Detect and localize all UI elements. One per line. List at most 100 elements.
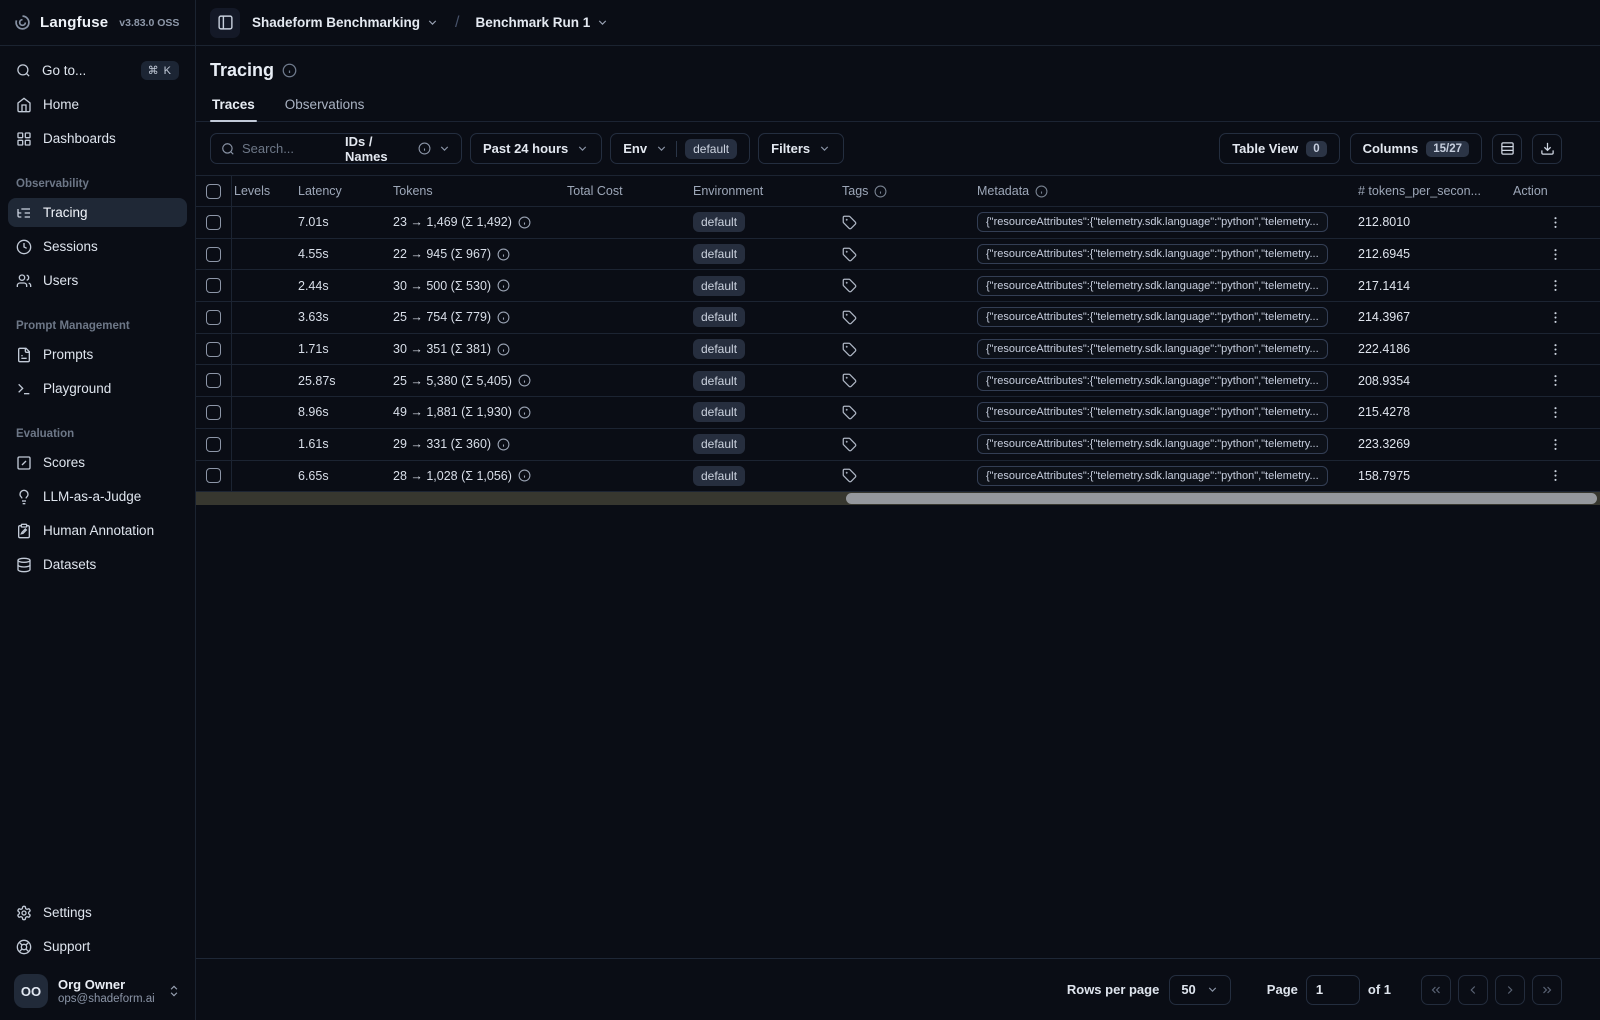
rows-per-page-select[interactable]: 50 [1169, 974, 1231, 1005]
tag-icon[interactable] [842, 468, 857, 483]
table-row[interactable]: 8.96s 49 → 1,881 (Σ 1,930) default {"res… [196, 397, 1600, 429]
table-row[interactable]: 6.65s 28 → 1,028 (Σ 1,056) default {"res… [196, 460, 1600, 493]
more-vertical-icon[interactable] [1548, 405, 1563, 420]
metadata-pill[interactable]: {"resourceAttributes":{"telemetry.sdk.la… [977, 465, 1328, 486]
metadata-pill[interactable]: {"resourceAttributes":{"telemetry.sdk.la… [977, 307, 1328, 328]
metadata-pill[interactable]: {"resourceAttributes":{"telemetry.sdk.la… [977, 402, 1328, 423]
tab-traces[interactable]: Traces [210, 91, 257, 122]
tokens-cell: 30 → 500 (Σ 530) [391, 279, 565, 293]
row-checkbox-cell [196, 270, 232, 302]
sidebar-item-tracing[interactable]: Tracing [8, 198, 187, 227]
search-input[interactable] [242, 141, 338, 156]
tab-observations[interactable]: Observations [283, 91, 367, 121]
more-vertical-icon[interactable] [1548, 215, 1563, 230]
sidebar-item-llm-as-a-judge[interactable]: LLM-as-a-Judge [8, 482, 187, 511]
tokens-per-second-cell: 214.3967 [1358, 310, 1411, 325]
table-row[interactable]: 3.63s 25 → 754 (Σ 779) default {"resourc… [196, 302, 1600, 334]
sidebar: Go to... ⌘ K Home Dashboards Observabili… [0, 46, 196, 1020]
row-checkbox-cell [196, 302, 232, 333]
row-checkbox[interactable] [206, 214, 221, 230]
metadata-pill[interactable]: {"resourceAttributes":{"telemetry.sdk.la… [977, 339, 1328, 360]
next-page-button[interactable] [1495, 974, 1525, 1005]
table-row[interactable]: 1.61s 29 → 331 (Σ 360) default {"resourc… [196, 428, 1600, 461]
sidebar-item-dashboards[interactable]: Dashboards [8, 124, 187, 153]
sidebar-item-playground[interactable]: Playground [8, 374, 187, 403]
table-row[interactable]: 2.44s 30 → 500 (Σ 530) default {"resourc… [196, 270, 1600, 303]
row-checkbox[interactable] [206, 309, 221, 325]
breadcrumb-project[interactable]: Benchmark Run 1 [474, 11, 612, 34]
breadcrumb-org[interactable]: Shadeform Benchmarking [250, 11, 441, 34]
scrollbar-thumb[interactable] [846, 493, 1597, 505]
tag-icon[interactable] [842, 247, 857, 262]
row-height-button[interactable] [1492, 133, 1522, 164]
filters-button[interactable]: Filters [758, 133, 845, 164]
sidebar-item-scores[interactable]: Scores [8, 448, 187, 477]
search-control: IDs / Names [210, 133, 462, 164]
last-page-button[interactable] [1532, 974, 1562, 1005]
time-range-filter[interactable]: Past 24 hours [470, 133, 603, 164]
sidebar-toggle-button[interactable] [210, 7, 240, 38]
more-vertical-icon[interactable] [1548, 437, 1563, 452]
user-menu[interactable]: OO Org Owner ops@shadeform.ai [8, 966, 187, 1008]
metadata-pill[interactable]: {"resourceAttributes":{"telemetry.sdk.la… [977, 434, 1328, 455]
row-checkbox[interactable] [206, 341, 221, 357]
table-row[interactable]: 25.87s 25 → 5,380 (Σ 5,405) default {"re… [196, 365, 1600, 398]
search-mode-select[interactable]: IDs / Names [345, 134, 411, 164]
keyboard-shortcut-badge: ⌘ K [140, 61, 179, 80]
tag-icon[interactable] [842, 405, 857, 420]
tags-cell [840, 405, 975, 420]
user-email: ops@shadeform.ai [58, 993, 155, 1005]
table-view-button[interactable]: Table View 0 [1219, 133, 1340, 164]
tag-icon[interactable] [842, 310, 857, 325]
metadata-pill[interactable]: {"resourceAttributes":{"telemetry.sdk.la… [977, 212, 1328, 233]
sidebar-item-users[interactable]: Users [8, 266, 187, 295]
horizontal-scrollbar[interactable] [196, 492, 1600, 506]
table-row[interactable]: 7.01s 23 → 1,469 (Σ 1,492) default {"res… [196, 207, 1600, 239]
more-vertical-icon[interactable] [1548, 342, 1563, 357]
metadata-pill[interactable]: {"resourceAttributes":{"telemetry.sdk.la… [977, 275, 1328, 296]
sidebar-item-support[interactable]: Support [8, 932, 187, 961]
tag-icon[interactable] [842, 437, 857, 452]
row-checkbox[interactable] [206, 436, 221, 452]
columns-button[interactable]: Columns 15/27 [1349, 133, 1482, 164]
tokens-per-second-cell: 223.3269 [1358, 437, 1411, 452]
search-icon [16, 63, 31, 78]
select-all-checkbox[interactable] [206, 183, 221, 199]
tag-icon[interactable] [842, 373, 857, 388]
sidebar-item-label: Users [43, 273, 79, 288]
more-vertical-icon[interactable] [1548, 247, 1563, 262]
sidebar-item-human-annotation[interactable]: Human Annotation [8, 516, 187, 545]
env-filter[interactable]: Env default [610, 133, 751, 164]
sidebar-item-prompts[interactable]: Prompts [8, 340, 187, 369]
sidebar-item-home[interactable]: Home [8, 90, 187, 119]
sidebar-item-sessions[interactable]: Sessions [8, 232, 187, 261]
sidebar-item-settings[interactable]: Settings [8, 898, 187, 927]
row-checkbox[interactable] [206, 246, 221, 262]
latency-cell: 6.65s [298, 468, 329, 483]
export-button[interactable] [1532, 133, 1562, 164]
goto-search[interactable]: Go to... ⌘ K [8, 56, 187, 85]
row-checkbox[interactable] [206, 404, 221, 420]
row-checkbox[interactable] [206, 373, 221, 389]
more-vertical-icon[interactable] [1548, 278, 1563, 293]
first-page-button[interactable] [1421, 974, 1451, 1005]
chevrons-left-icon [1429, 983, 1443, 997]
table-row[interactable]: 1.71s 30 → 351 (Σ 381) default {"resourc… [196, 333, 1600, 366]
header-environment: Environment [693, 184, 764, 198]
sidebar-item-datasets[interactable]: Datasets [8, 550, 187, 579]
rows-per-page-label: Rows per page [1066, 982, 1160, 997]
row-checkbox[interactable] [206, 468, 221, 484]
metadata-pill[interactable]: {"resourceAttributes":{"telemetry.sdk.la… [977, 244, 1328, 265]
more-vertical-icon[interactable] [1548, 310, 1563, 325]
table-row[interactable]: 4.55s 22 → 945 (Σ 967) default {"resourc… [196, 238, 1600, 271]
row-checkbox[interactable] [206, 278, 221, 294]
info-icon [518, 469, 531, 482]
more-vertical-icon[interactable] [1548, 373, 1563, 388]
tag-icon[interactable] [842, 278, 857, 293]
page-number-input[interactable] [1315, 982, 1350, 997]
metadata-pill[interactable]: {"resourceAttributes":{"telemetry.sdk.la… [977, 370, 1328, 391]
more-vertical-icon[interactable] [1548, 468, 1563, 483]
tag-icon[interactable] [842, 215, 857, 230]
tag-icon[interactable] [842, 342, 857, 357]
previous-page-button[interactable] [1458, 974, 1488, 1005]
